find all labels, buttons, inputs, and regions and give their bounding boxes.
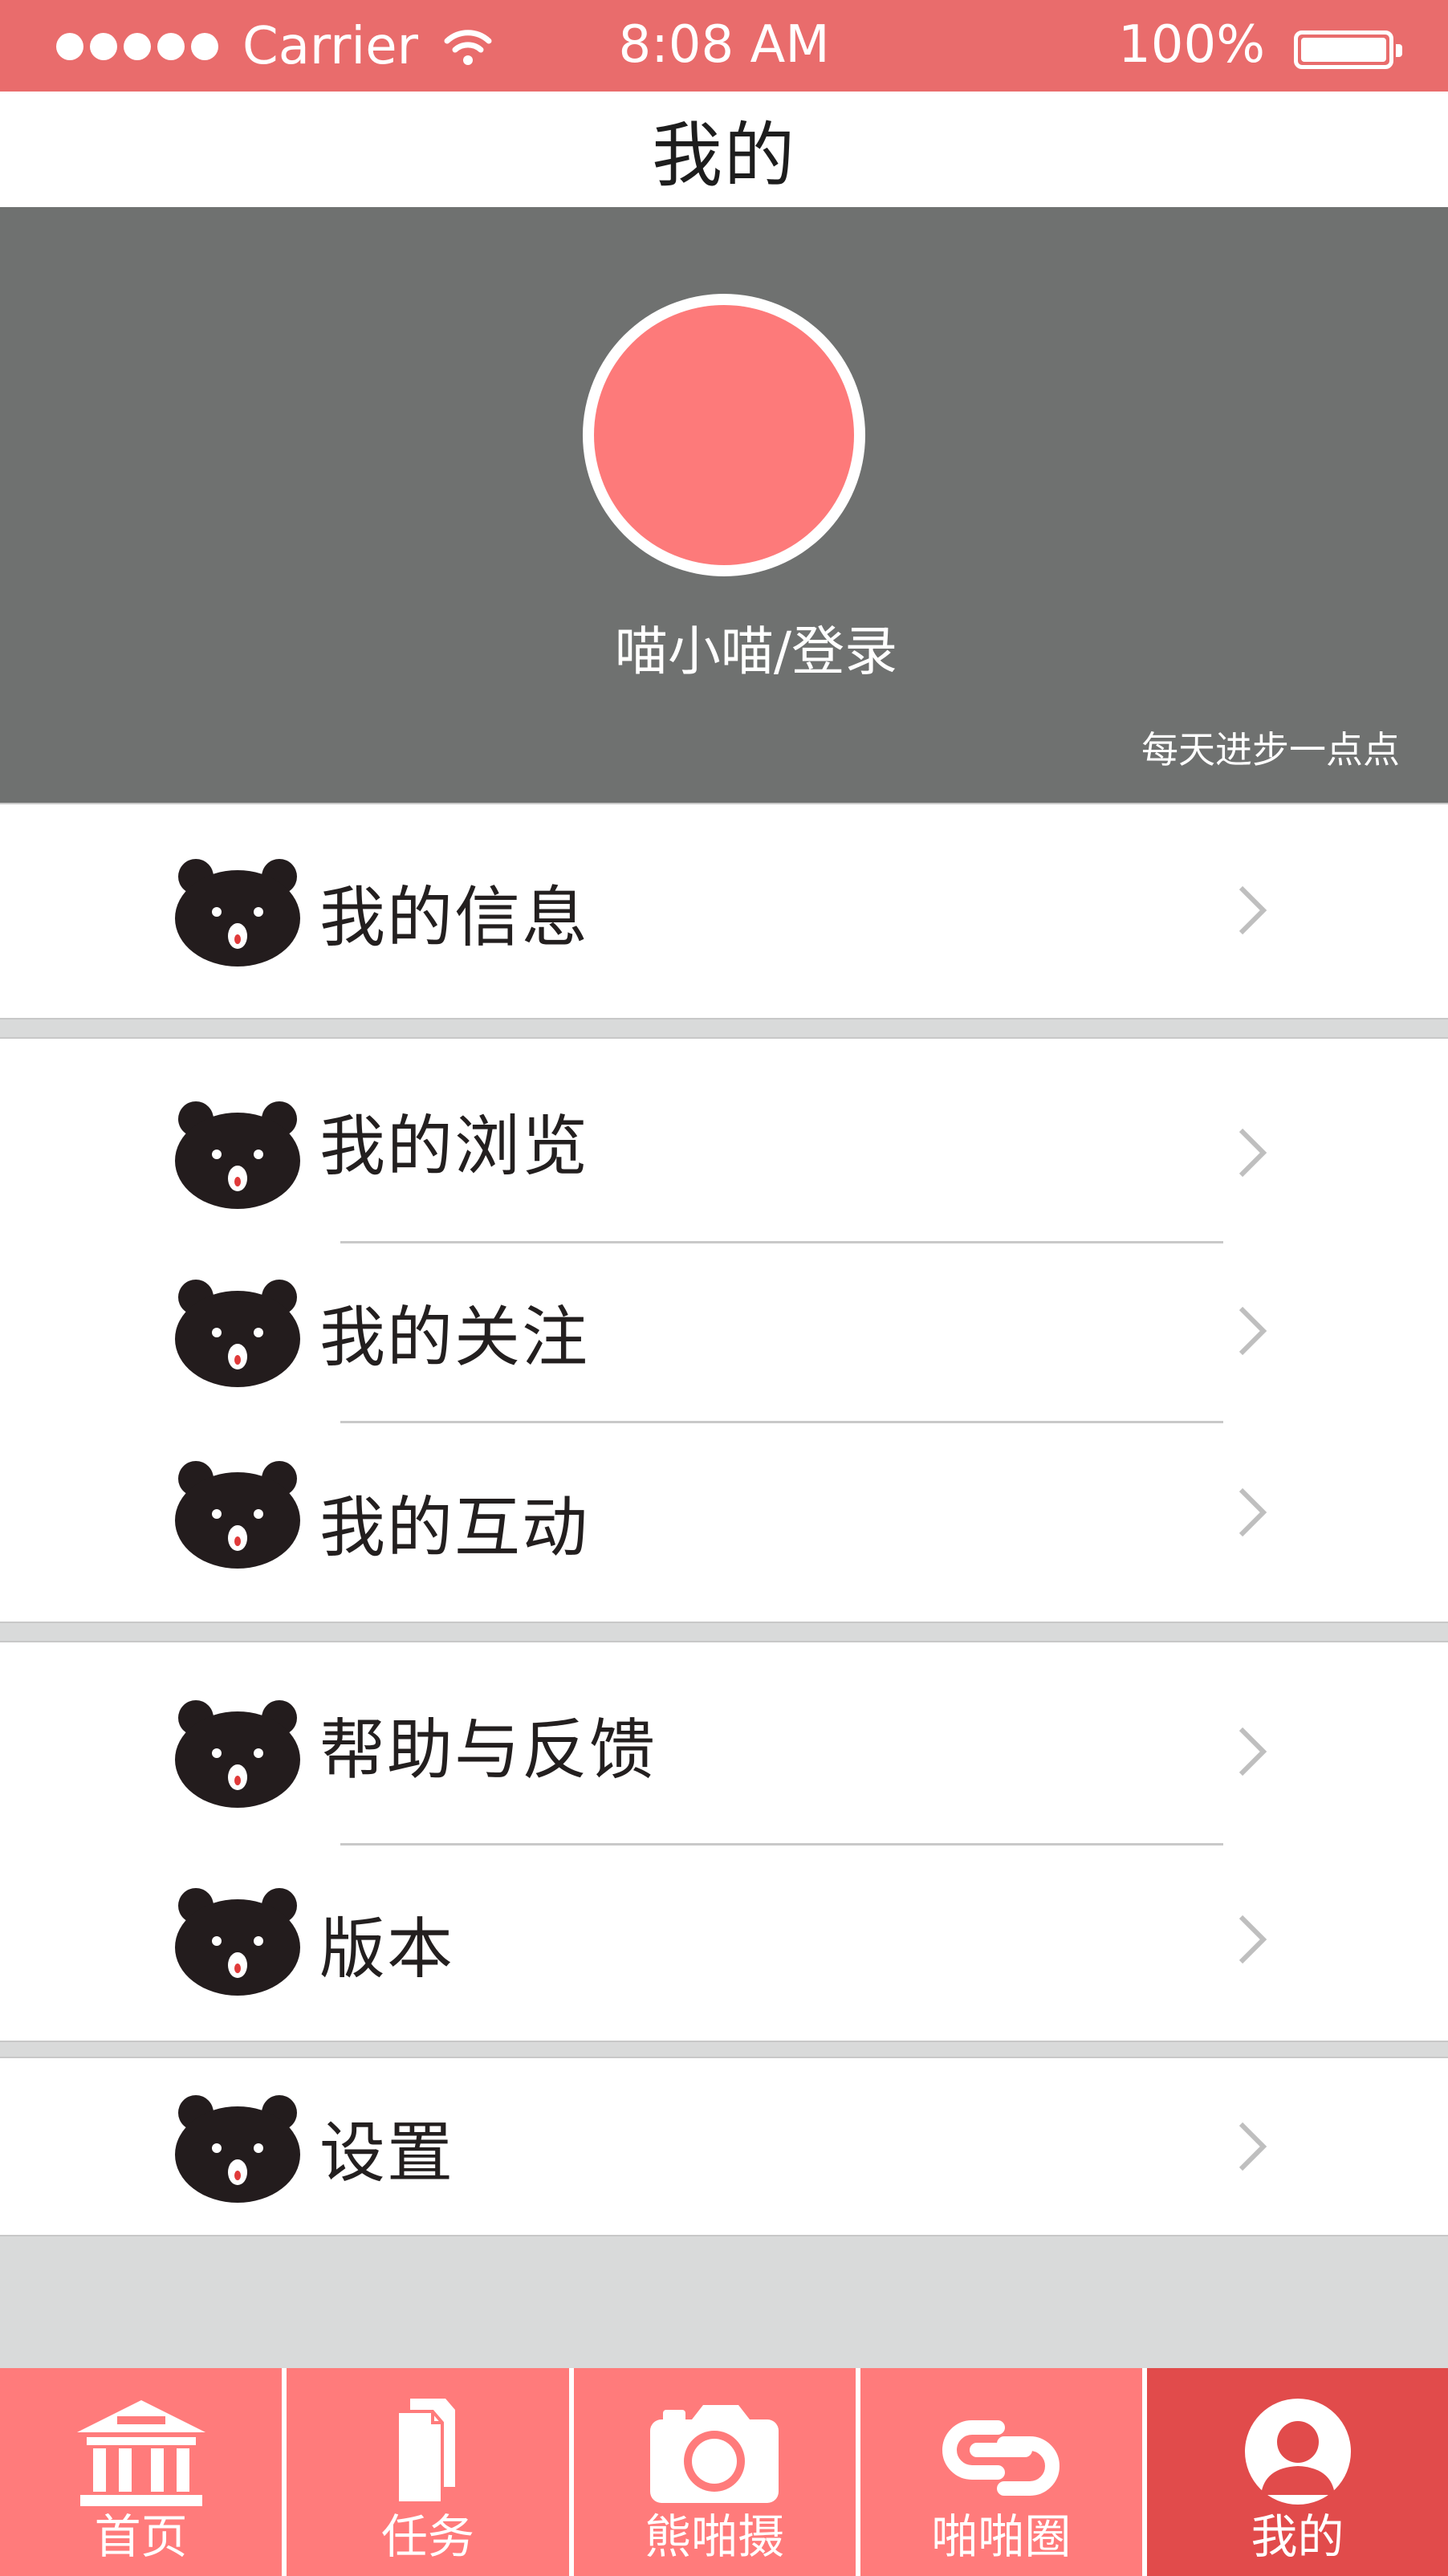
chevron-right-icon	[1239, 1727, 1267, 1776]
menu-item-label: 版本	[319, 1911, 455, 1988]
chevron-right-icon	[1239, 885, 1267, 935]
tab-circle[interactable]: 啪啪圈	[860, 2368, 1143, 2576]
battery-icon	[1294, 31, 1402, 69]
screen: Carrier 8:08 AM 100% 我的 喵小喵/登录 每天进步一点点 我…	[0, 0, 1448, 2576]
tab-camera[interactable]: 熊啪摄	[573, 2368, 856, 2576]
bear-icon	[175, 1888, 300, 1996]
chevron-right-icon	[1239, 1487, 1267, 1537]
menu-group-settings: 设置	[0, 2057, 1448, 2236]
tab-label: 首页	[94, 2509, 188, 2564]
username-login-link[interactable]: 喵小喵/登录	[0, 608, 1448, 686]
menu-item-my-interaction[interactable]: 我的互动	[0, 1421, 1448, 1622]
bear-icon	[175, 1700, 300, 1808]
chevron-right-icon	[1239, 1128, 1267, 1178]
chevron-right-icon	[1239, 1306, 1267, 1356]
menu-item-label: 我的浏览	[319, 1108, 590, 1185]
tab-bar: 首页 任务 熊啪摄 啪啪圈 我的	[0, 2368, 1448, 2576]
menu-item-label: 帮助与反馈	[319, 1711, 657, 1789]
chevron-right-icon	[1239, 2122, 1267, 2171]
bear-icon	[175, 1101, 300, 1209]
menu-item-my-info[interactable]: 我的信息	[0, 804, 1448, 1018]
nav-bar: 我的	[0, 92, 1448, 207]
document-icon	[395, 2399, 455, 2505]
camera-icon	[650, 2405, 779, 2503]
battery-percentage: 100%	[1118, 15, 1265, 75]
menu-group-info: 我的信息	[0, 803, 1448, 1019]
chevron-right-icon	[1239, 1915, 1267, 1964]
tab-home[interactable]: 首页	[0, 2368, 283, 2576]
tab-label: 任务	[380, 2509, 474, 2564]
tab-label: 我的	[1251, 2509, 1344, 2564]
menu-item-label: 我的信息	[319, 879, 590, 956]
bear-icon	[175, 2095, 300, 2203]
menu-item-label: 设置	[319, 2114, 455, 2191]
bear-icon	[175, 1461, 300, 1569]
tab-label: 啪啪圈	[931, 2509, 1072, 2564]
menu-item-my-follow[interactable]: 我的关注	[0, 1241, 1448, 1421]
bear-icon	[175, 1280, 300, 1387]
menu-group-activity: 我的浏览 我的关注 我的互动	[0, 1037, 1448, 1623]
profile-header: 喵小喵/登录 每天进步一点点	[0, 207, 1448, 803]
tab-tasks[interactable]: 任务	[287, 2368, 569, 2576]
menu-item-settings[interactable]: 设置	[0, 2058, 1448, 2235]
bear-icon	[175, 859, 300, 967]
menu-item-help-feedback[interactable]: 帮助与反馈	[0, 1642, 1448, 1845]
menu-item-label: 我的关注	[319, 1299, 590, 1376]
profile-slogan: 每天进步一点点	[1141, 728, 1400, 771]
tab-label: 熊啪摄	[645, 2509, 785, 2564]
tab-mine[interactable]: 我的	[1147, 2368, 1448, 2576]
menu-group-support: 帮助与反馈 版本	[0, 1641, 1448, 2042]
menu-item-version[interactable]: 版本	[0, 1845, 1448, 2041]
user-icon	[1244, 2399, 1351, 2505]
avatar[interactable]	[583, 294, 865, 576]
bank-icon	[76, 2400, 205, 2506]
menu-item-label: 我的互动	[319, 1489, 590, 1566]
menu-item-my-browse[interactable]: 我的浏览	[0, 1039, 1448, 1241]
status-bar: Carrier 8:08 AM 100%	[0, 0, 1448, 92]
page-title: 我的	[651, 113, 796, 197]
link-icon	[942, 2420, 1060, 2496]
